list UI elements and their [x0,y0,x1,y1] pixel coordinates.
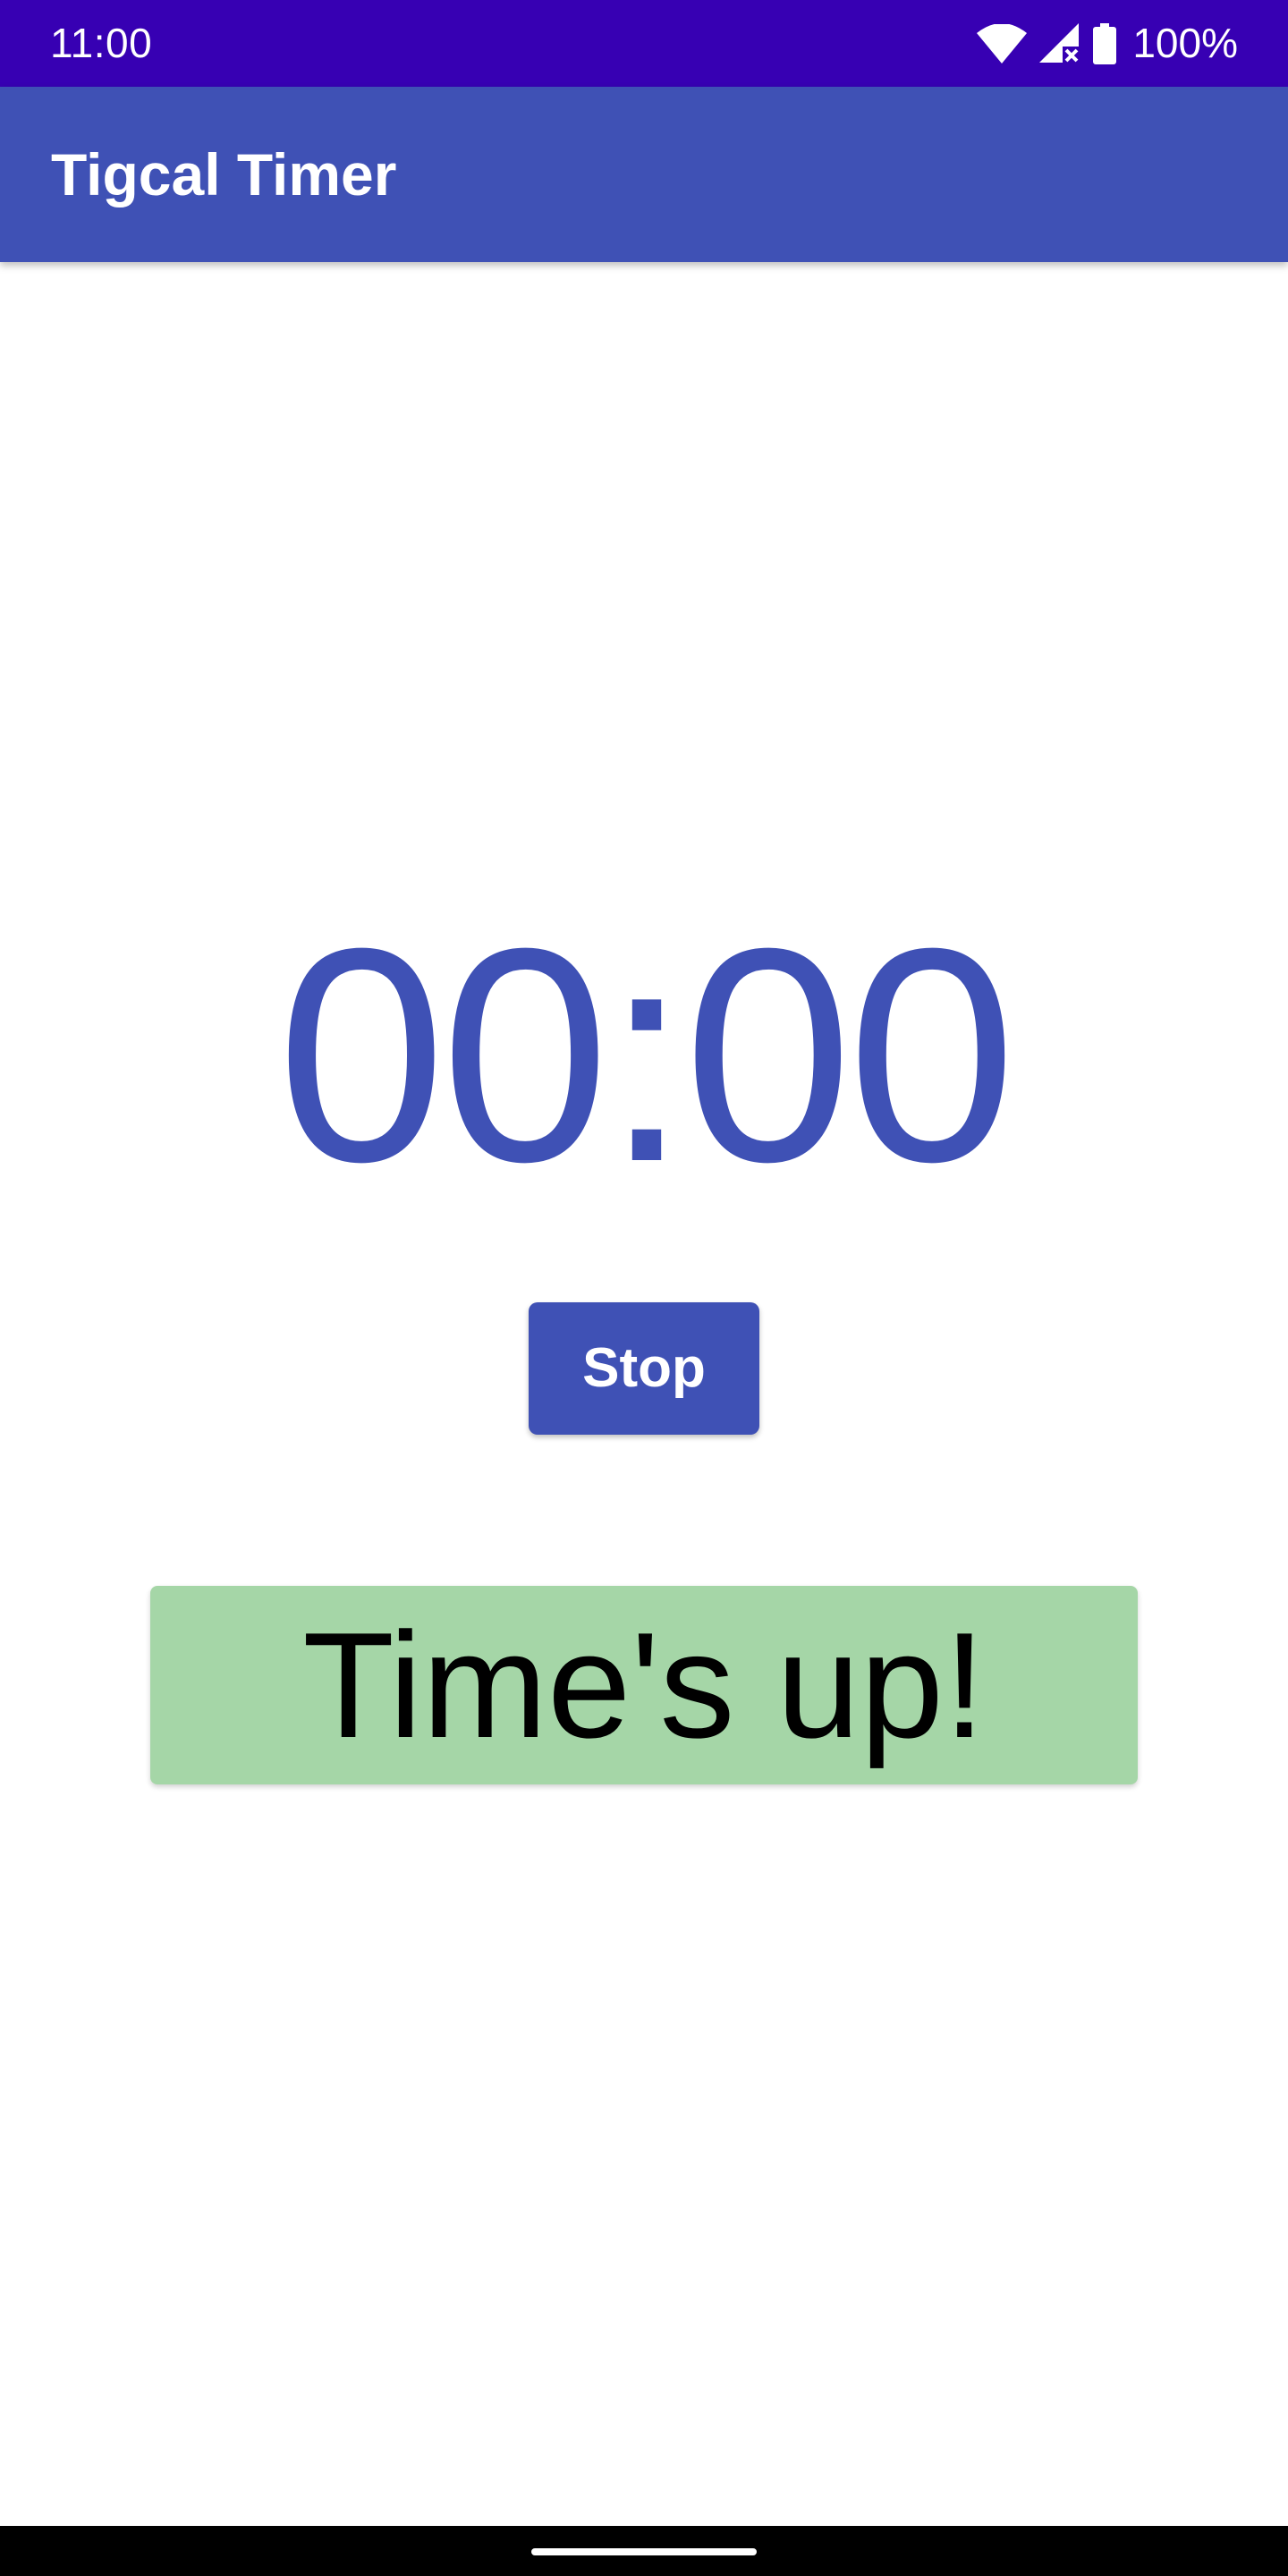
status-icons: 100% [977,0,1238,87]
status-bar: 11:00 100% [0,0,1288,87]
stop-button[interactable]: Stop [529,1302,759,1435]
battery-percentage: 100% [1132,20,1238,66]
status-time: 11:00 [50,20,153,66]
app-bar: Tigcal Timer [0,87,1288,262]
app-title: Tigcal Timer [51,141,397,208]
battery-icon [1093,22,1117,64]
cellular-no-service-icon [1039,22,1080,64]
home-gesture-handle[interactable] [531,2548,757,2555]
timer-display: 00:00 [276,886,1017,1225]
wifi-icon [977,23,1028,64]
times-up-banner: Time's up! [150,1586,1138,1784]
